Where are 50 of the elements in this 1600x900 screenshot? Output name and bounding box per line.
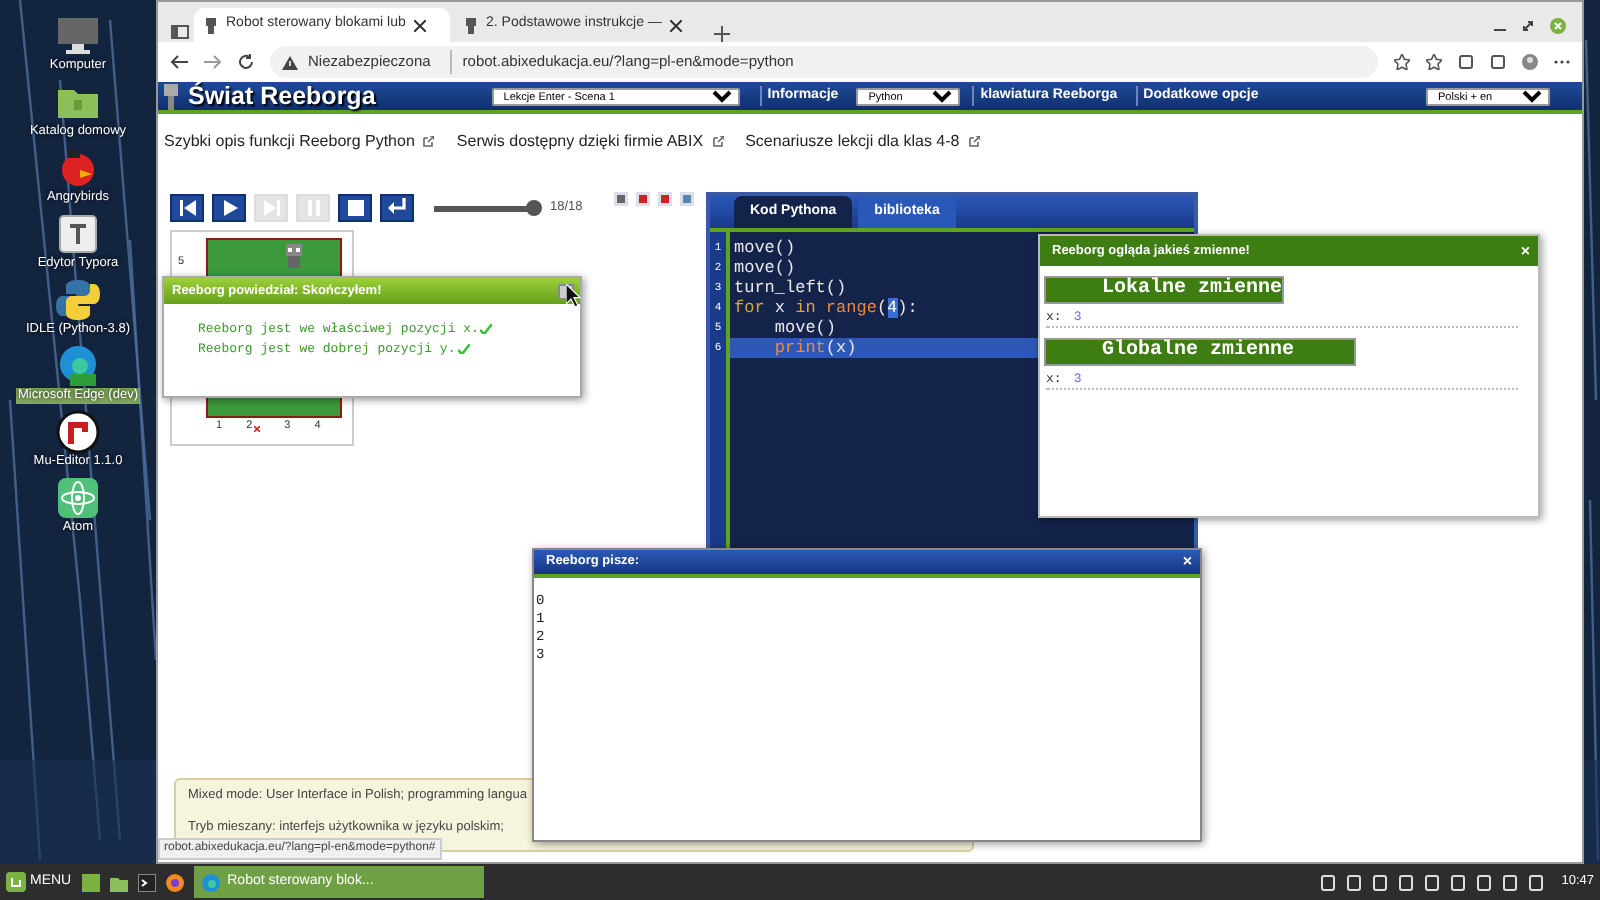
mint-logo-icon (6, 872, 26, 892)
back-icon[interactable] (170, 54, 188, 70)
robot-icon (204, 17, 218, 33)
external-link-icon (422, 136, 435, 148)
play-icon (219, 198, 239, 218)
stop-button[interactable] (338, 194, 372, 222)
folder-icon[interactable] (109, 873, 128, 891)
maximize-icon[interactable] (1522, 20, 1534, 32)
return-icon (387, 198, 407, 218)
close-button[interactable]: × (1520, 243, 1530, 259)
pause-icon (303, 198, 323, 218)
step-icon (261, 198, 281, 218)
link[interactable]: Szybki opis funkcji Reeborg Python (164, 130, 415, 154)
firefox-icon[interactable] (165, 873, 184, 891)
terminal-icon[interactable] (137, 873, 156, 891)
browser-icon[interactable] (54, 342, 102, 388)
atom-icon[interactable] (54, 474, 102, 520)
goal-marker-icon (254, 426, 261, 432)
letter-t-icon[interactable] (54, 210, 102, 256)
slider-thumb[interactable] (526, 199, 542, 215)
section-heading: Globalne zmienne (1044, 338, 1356, 366)
robot-icon (162, 83, 180, 109)
robot-icon (464, 17, 478, 33)
sidebar-icon[interactable] (170, 22, 190, 42)
favorite-add-icon[interactable] (1394, 54, 1410, 70)
robot-icon (284, 244, 304, 268)
python-icon[interactable] (54, 276, 102, 322)
browser-icon (201, 873, 220, 891)
external-link-icon (967, 136, 980, 148)
stop-icon (345, 198, 365, 218)
editor-icon[interactable] (54, 408, 102, 454)
close-icon[interactable] (669, 19, 682, 31)
section-heading: Lokalne zmienne (1044, 276, 1284, 304)
external-link-icon (711, 136, 724, 148)
site-logo[interactable]: Świat Reeborga (188, 77, 376, 115)
profile-icon[interactable] (1522, 54, 1538, 70)
link[interactable]: Scenariusze lekcji dla klas 4-8 (745, 130, 960, 154)
close-icon[interactable] (413, 19, 426, 31)
forward-icon[interactable] (204, 54, 222, 70)
close-button[interactable]: × (1182, 554, 1192, 570)
favorites-icon[interactable] (1426, 54, 1442, 70)
computer-icon[interactable] (54, 12, 102, 58)
reset-icon (177, 198, 197, 218)
return-button[interactable] (380, 194, 414, 222)
warning-icon (282, 55, 298, 69)
reset-button[interactable] (170, 194, 204, 222)
link[interactable]: Serwis dostępny dzięki firmie ABIX (456, 130, 704, 154)
reload-icon[interactable] (238, 54, 254, 70)
new-tab-icon[interactable] (714, 26, 730, 42)
play-button[interactable] (212, 194, 246, 222)
